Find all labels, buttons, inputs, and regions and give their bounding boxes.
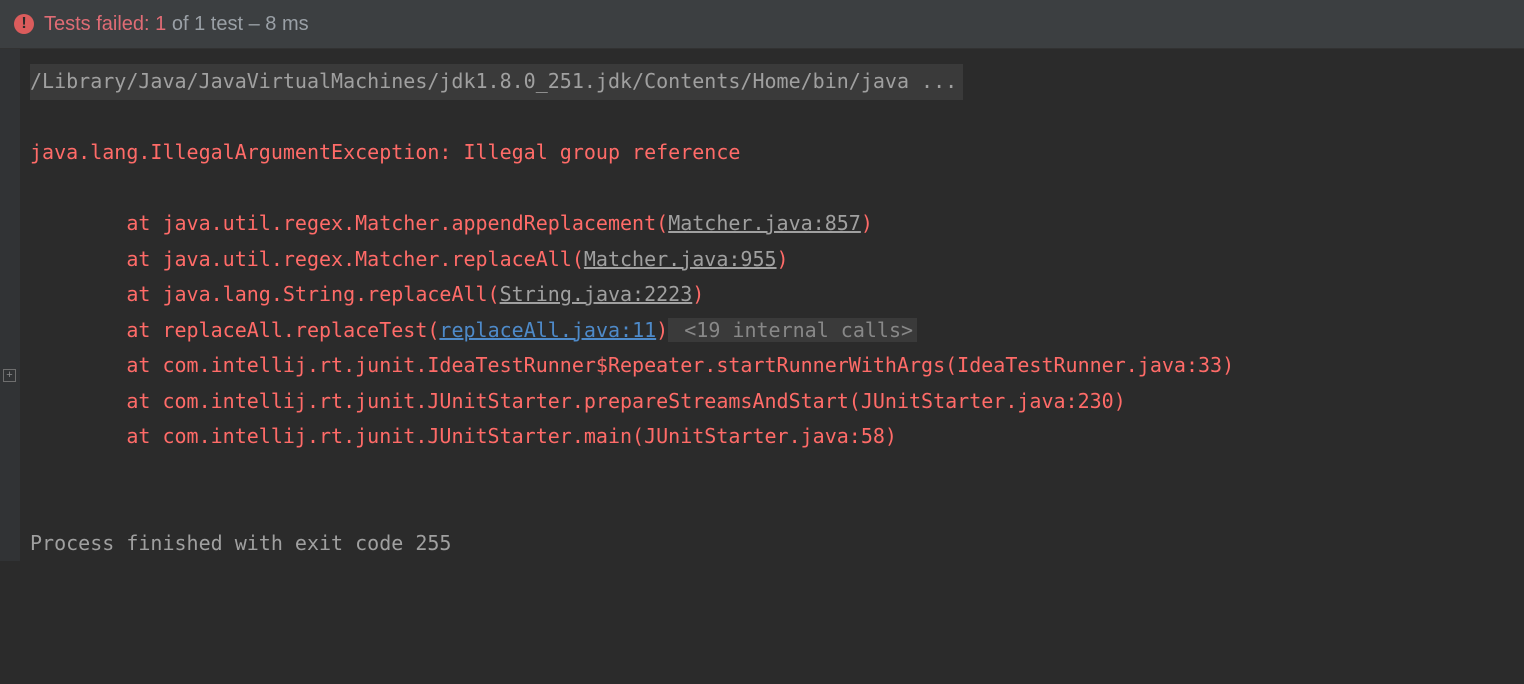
source-link[interactable]: Matcher.java:857: [668, 211, 861, 235]
internal-calls-fold[interactable]: <19 internal calls>: [668, 318, 917, 342]
stack-frame: at java.util.regex.Matcher.appendReplace…: [30, 211, 873, 235]
console-pre: /Library/Java/JavaVirtualMachines/jdk1.8…: [30, 64, 1524, 561]
tests-failed-summary: Tests failed: 1 of 1 test – 8 ms: [44, 13, 309, 36]
stack-frame: at java.util.regex.Matcher.replaceAll(Ma…: [30, 247, 789, 271]
stack-frame: at com.intellij.rt.junit.JUnitStarter.ma…: [30, 424, 897, 448]
exception-line: java.lang.IllegalArgumentException: Ille…: [30, 140, 740, 164]
source-link[interactable]: replaceAll.java:11: [439, 318, 656, 342]
plus-icon: +: [6, 370, 12, 381]
stack-frame: at replaceAll.replaceTest(replaceAll.jav…: [30, 318, 668, 342]
stack-frame: at com.intellij.rt.junit.IdeaTestRunner$…: [30, 353, 1234, 377]
console-gutter: [0, 49, 20, 561]
command-line: /Library/Java/JavaVirtualMachines/jdk1.8…: [30, 64, 963, 100]
console-output[interactable]: + /Library/Java/JavaVirtualMachines/jdk1…: [0, 49, 1524, 561]
test-result-header: ! Tests failed: 1 of 1 test – 8 ms: [0, 0, 1524, 49]
expand-fold-button[interactable]: +: [3, 369, 16, 382]
tests-failed-icon: !: [14, 14, 34, 34]
source-link[interactable]: String.java:2223: [500, 282, 693, 306]
stack-frame: at java.lang.String.replaceAll(String.ja…: [30, 282, 704, 306]
exit-code-line: Process finished with exit code 255: [30, 531, 451, 555]
tests-failed-label: Tests failed:: [44, 13, 150, 35]
tests-sep: –: [249, 13, 260, 35]
tests-duration: 8 ms: [265, 13, 308, 35]
source-link[interactable]: Matcher.java:955: [584, 247, 777, 271]
stack-frame: at com.intellij.rt.junit.JUnitStarter.pr…: [30, 389, 1126, 413]
tests-total-text: of 1 test: [172, 13, 243, 35]
tests-failed-count: 1: [155, 13, 166, 35]
